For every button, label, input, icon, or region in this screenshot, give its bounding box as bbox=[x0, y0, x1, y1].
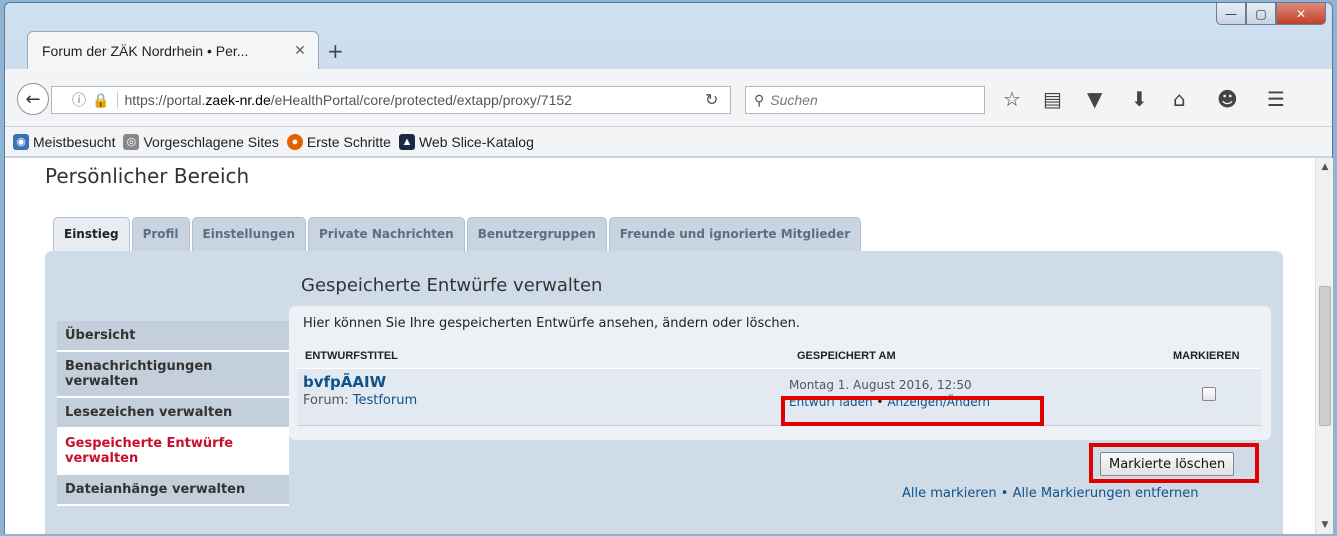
globe-icon: ◎ bbox=[123, 133, 140, 150]
url-text: https://portal.zaek-nr.de/eHealthPortal/… bbox=[124, 92, 730, 108]
firefox-icon: ● bbox=[286, 133, 303, 150]
highlight-box-links bbox=[781, 396, 1044, 426]
download-icon[interactable]: ⬇ bbox=[1131, 87, 1148, 111]
unmark-all-link[interactable]: Alle Markierungen entfernen bbox=[1013, 486, 1199, 501]
bookmark-label: Web Slice-Katalog bbox=[418, 133, 534, 150]
forum-link[interactable]: Testforum bbox=[353, 393, 417, 408]
maximize-icon[interactable]: ▢ bbox=[1246, 3, 1276, 25]
menu-icon[interactable]: ☰ bbox=[1267, 87, 1285, 111]
sidebar-item-entwuerfe[interactable]: Gespeicherte Entwürfe verwalten bbox=[57, 429, 289, 475]
search-placeholder: Suchen bbox=[770, 92, 818, 108]
sidebar-item-benachrichtigungen[interactable]: Benachrichtigungen verwalten bbox=[57, 352, 289, 398]
nav-bar: ← ⓘ 🔒 https://portal.zaek-nr.de/eHealthP… bbox=[5, 69, 1332, 127]
bookmark-label: Meistbesucht bbox=[33, 133, 116, 150]
column-header-saved: GESPEICHERT AM bbox=[797, 350, 896, 362]
tab-freunde[interactable]: Freunde und ignorierte Mitglieder bbox=[608, 217, 862, 253]
scroll-thumb[interactable] bbox=[1319, 286, 1331, 426]
back-icon[interactable]: ← bbox=[17, 83, 49, 115]
url-domain: zaek-nr.de bbox=[205, 92, 271, 108]
mark-links: Alle markieren • Alle Markierungen entfe… bbox=[902, 486, 1198, 501]
highlight-box-button bbox=[1089, 443, 1259, 483]
minimize-icon[interactable]: — bbox=[1216, 3, 1246, 25]
column-header-mark: MARKIEREN bbox=[1173, 350, 1240, 362]
draft-forum: Forum: Testforum bbox=[303, 393, 417, 408]
bookmark-label: Erste Schritte bbox=[306, 133, 391, 150]
web-slice-icon: ▲ bbox=[398, 133, 415, 150]
section-title: Gespeicherte Entwürfe verwalten bbox=[301, 275, 603, 296]
mark-separator: • bbox=[1000, 486, 1009, 501]
table-row: bvfpÃAIW Forum: Testforum Montag 1. Augu… bbox=[297, 368, 1261, 426]
url-bar[interactable]: ⓘ 🔒 https://portal.zaek-nr.de/eHealthPor… bbox=[51, 86, 731, 114]
scroll-down-icon[interactable]: ▼ bbox=[1316, 516, 1334, 534]
search-input[interactable]: ⚲ Suchen bbox=[745, 86, 985, 114]
bookmark-folder-icon: ◉ bbox=[13, 133, 29, 150]
column-header-title: ENTWURFSTITEL bbox=[305, 350, 398, 362]
star-icon[interactable]: ☆ bbox=[1003, 87, 1021, 111]
bookmark-item[interactable]: ▲ Web Slice-Katalog bbox=[398, 133, 534, 150]
reload-icon[interactable]: ↻ bbox=[705, 90, 718, 109]
mark-checkbox[interactable] bbox=[1202, 387, 1216, 401]
sidebar-item-lesezeichen[interactable]: Lesezeichen verwalten bbox=[57, 398, 289, 429]
description: Hier können Sie Ihre gespeicherten Entwü… bbox=[303, 316, 800, 331]
tab-einstieg[interactable]: Einstieg bbox=[53, 217, 130, 253]
tab-einstellungen[interactable]: Einstellungen bbox=[191, 217, 307, 253]
pocket-icon[interactable]: ▼ bbox=[1087, 87, 1102, 111]
scrollbar[interactable]: ▲ ▼ bbox=[1315, 158, 1333, 534]
sidebar-item-uebersicht[interactable]: Übersicht bbox=[57, 321, 289, 352]
ucp-tabs: Einstieg Profil Einstellungen Private Na… bbox=[53, 217, 863, 253]
url-separator bbox=[117, 91, 119, 109]
home-icon[interactable]: ⌂ bbox=[1173, 87, 1186, 111]
draft-date: Montag 1. August 2016, 12:50 bbox=[789, 378, 972, 392]
browser-tab[interactable]: Forum der ZÄK Nordrhein • Per... ✕ bbox=[27, 31, 319, 69]
bookmark-label: Vorgeschlagene Sites bbox=[143, 133, 279, 150]
url-path: /eHealthPortal/core/protected/extapp/pro… bbox=[270, 92, 572, 108]
bookmark-item[interactable]: ◎ Vorgeschlagene Sites bbox=[123, 133, 279, 150]
new-tab-icon[interactable]: + bbox=[327, 39, 344, 63]
close-tab-icon[interactable]: ✕ bbox=[292, 43, 308, 59]
bookmark-item[interactable]: ◉ Meistbesucht bbox=[13, 133, 116, 150]
info-icon[interactable]: ⓘ bbox=[72, 90, 86, 110]
page-title: Persönlicher Bereich bbox=[45, 164, 250, 188]
scroll-up-icon[interactable]: ▲ bbox=[1316, 158, 1334, 176]
draft-title[interactable]: bvfpÃAIW bbox=[303, 373, 386, 391]
window-controls: — ▢ ✕ bbox=[1216, 3, 1326, 25]
tab-strip: Forum der ZÄK Nordrhein • Per... ✕ + — ▢… bbox=[5, 3, 1332, 69]
drafts-box: Hier können Sie Ihre gespeicherten Entwü… bbox=[289, 306, 1271, 440]
forum-prefix: Forum: bbox=[303, 393, 349, 408]
search-icon: ⚲ bbox=[754, 91, 765, 108]
tab-benutzergruppen[interactable]: Benutzergruppen bbox=[466, 217, 607, 253]
bookmark-item[interactable]: ● Erste Schritte bbox=[286, 133, 391, 150]
chat-icon[interactable]: ☻ bbox=[1217, 87, 1238, 111]
bookmarks-bar: ◉ Meistbesucht ◎ Vorgeschlagene Sites ● … bbox=[5, 127, 1332, 157]
lock-icon[interactable]: 🔒 bbox=[92, 92, 109, 109]
mark-all-link[interactable]: Alle markieren bbox=[902, 486, 997, 501]
reading-list-icon[interactable]: ▤ bbox=[1043, 87, 1062, 111]
tab-title: Forum der ZÄK Nordrhein • Per... bbox=[42, 42, 249, 59]
url-prefix: https://portal. bbox=[124, 92, 206, 108]
tab-profil[interactable]: Profil bbox=[131, 217, 190, 253]
close-window-icon[interactable]: ✕ bbox=[1276, 3, 1326, 25]
sidebar-item-dateianhaenge[interactable]: Dateianhänge verwalten bbox=[57, 475, 289, 506]
sidebar: Übersicht Benachrichtigungen verwalten L… bbox=[57, 321, 289, 506]
tab-private-nachrichten[interactable]: Private Nachrichten bbox=[308, 217, 465, 253]
